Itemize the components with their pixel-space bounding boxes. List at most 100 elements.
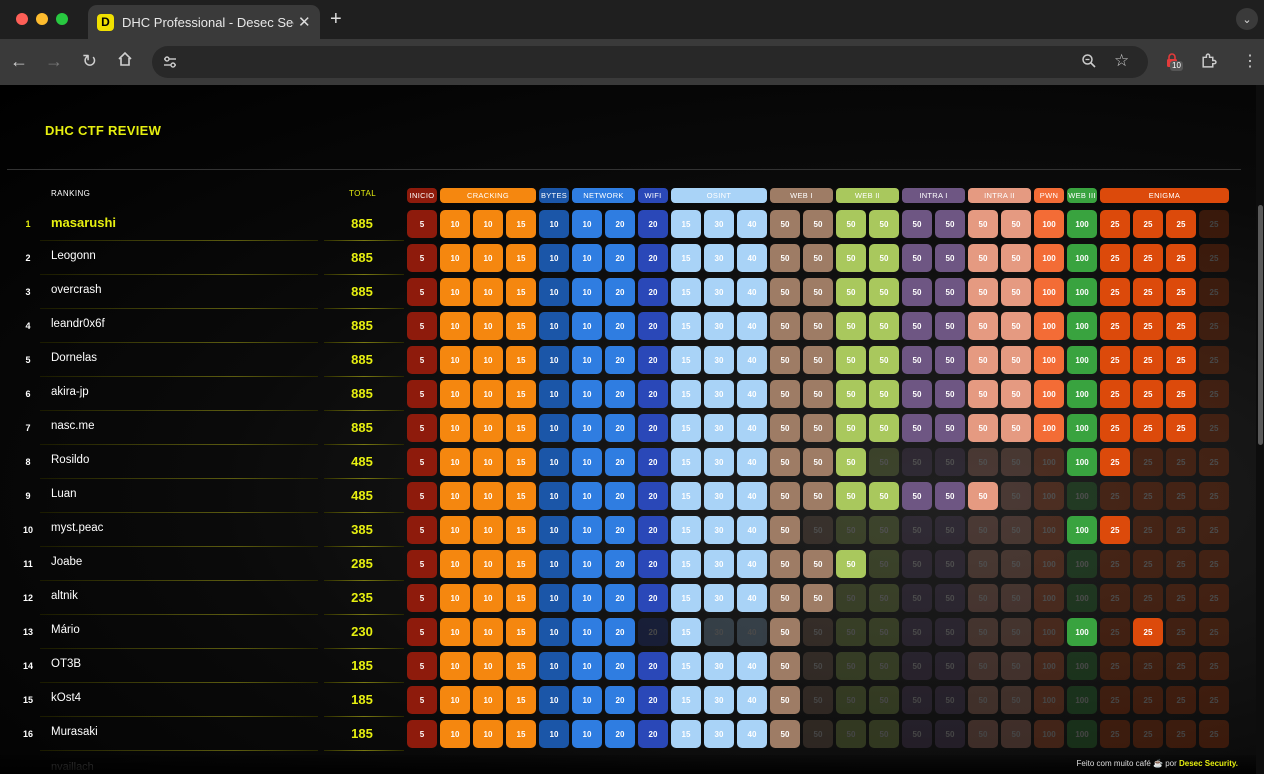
challenge-cell-osint[interactable]: 40: [737, 244, 767, 272]
challenge-cell-web1[interactable]: 50: [770, 618, 800, 646]
challenge-cell-wifi[interactable]: 20: [638, 516, 668, 544]
challenge-cell-network[interactable]: 20: [605, 210, 635, 238]
challenge-cell-web1[interactable]: 50: [803, 346, 833, 374]
challenge-cell-cracking[interactable]: 10: [440, 550, 470, 578]
challenge-cell-cracking[interactable]: 10: [473, 584, 503, 612]
challenge-cell-osint[interactable]: 15: [671, 380, 701, 408]
challenge-cell-network[interactable]: 10: [572, 414, 602, 442]
challenge-cell-cracking[interactable]: 15: [506, 244, 536, 272]
tab-close-icon[interactable]: ✕: [298, 13, 311, 31]
new-tab-icon[interactable]: +: [330, 8, 342, 31]
challenge-cell-pwn[interactable]: 100: [1034, 618, 1064, 646]
challenge-cell-intra2[interactable]: 50: [968, 244, 998, 272]
back-arrow-icon[interactable]: ←: [10, 51, 28, 71]
challenge-cell-web1[interactable]: 50: [770, 278, 800, 306]
challenge-cell-intra1[interactable]: 50: [902, 278, 932, 306]
challenge-cell-enigma[interactable]: 25: [1166, 278, 1196, 306]
challenge-cell-enigma[interactable]: 25: [1133, 210, 1163, 238]
challenge-cell-osint[interactable]: 30: [704, 414, 734, 442]
challenge-cell-web3[interactable]: 100: [1067, 618, 1097, 646]
challenge-cell-web3[interactable]: 100: [1067, 244, 1097, 272]
challenge-cell-inicio[interactable]: 5: [407, 482, 437, 510]
challenge-cell-osint[interactable]: 40: [737, 210, 767, 238]
challenge-cell-wifi[interactable]: 20: [638, 244, 668, 272]
challenge-cell-inicio[interactable]: 5: [407, 448, 437, 476]
challenge-cell-enigma[interactable]: 25: [1199, 720, 1229, 748]
challenge-cell-cracking[interactable]: 10: [440, 278, 470, 306]
challenge-cell-intra2[interactable]: 50: [968, 414, 998, 442]
challenge-cell-cracking[interactable]: 15: [506, 652, 536, 680]
challenge-cell-intra2[interactable]: 50: [968, 686, 998, 714]
challenge-cell-web2[interactable]: 50: [836, 550, 866, 578]
challenge-cell-wifi[interactable]: 20: [638, 278, 668, 306]
challenge-cell-intra1[interactable]: 50: [902, 618, 932, 646]
challenge-cell-intra2[interactable]: 50: [968, 550, 998, 578]
challenge-cell-web1[interactable]: 50: [770, 584, 800, 612]
challenge-cell-cracking[interactable]: 10: [473, 380, 503, 408]
challenge-cell-pwn[interactable]: 100: [1034, 652, 1064, 680]
challenge-cell-osint[interactable]: 15: [671, 278, 701, 306]
challenge-cell-enigma[interactable]: 25: [1199, 312, 1229, 340]
challenge-cell-inicio[interactable]: 5: [407, 380, 437, 408]
address-bar[interactable]: ☆: [152, 46, 1148, 78]
challenge-cell-network[interactable]: 20: [605, 686, 635, 714]
extensions-puzzle-icon[interactable]: [1200, 52, 1217, 75]
challenge-cell-osint[interactable]: 30: [704, 210, 734, 238]
challenge-cell-intra1[interactable]: 50: [935, 210, 965, 238]
challenge-cell-intra1[interactable]: 50: [902, 516, 932, 544]
minimize-window-button[interactable]: [36, 13, 48, 25]
challenge-cell-network[interactable]: 10: [572, 652, 602, 680]
challenge-cell-web3[interactable]: 100: [1067, 686, 1097, 714]
challenge-cell-pwn[interactable]: 100: [1034, 210, 1064, 238]
challenge-cell-intra1[interactable]: 50: [902, 652, 932, 680]
challenge-cell-wifi[interactable]: 20: [638, 414, 668, 442]
page-scrollbar-thumb[interactable]: [1258, 205, 1263, 445]
challenge-cell-wifi[interactable]: 20: [638, 346, 668, 374]
challenge-cell-cracking[interactable]: 10: [440, 448, 470, 476]
challenge-cell-bytes[interactable]: 10: [539, 516, 569, 544]
challenge-cell-wifi[interactable]: 20: [638, 686, 668, 714]
challenge-cell-cracking[interactable]: 10: [473, 346, 503, 374]
challenge-cell-osint[interactable]: 30: [704, 550, 734, 578]
challenge-cell-enigma[interactable]: 25: [1133, 584, 1163, 612]
challenge-cell-enigma[interactable]: 25: [1100, 278, 1130, 306]
challenge-cell-osint[interactable]: 15: [671, 244, 701, 272]
challenge-cell-web1[interactable]: 50: [770, 448, 800, 476]
challenge-cell-enigma[interactable]: 25: [1166, 312, 1196, 340]
challenge-cell-web3[interactable]: 100: [1067, 346, 1097, 374]
challenge-cell-osint[interactable]: 15: [671, 550, 701, 578]
challenge-cell-enigma[interactable]: 25: [1199, 618, 1229, 646]
challenge-cell-enigma[interactable]: 25: [1166, 414, 1196, 442]
challenge-cell-intra1[interactable]: 50: [902, 244, 932, 272]
challenge-cell-enigma[interactable]: 25: [1133, 618, 1163, 646]
challenge-cell-pwn[interactable]: 100: [1034, 346, 1064, 374]
challenge-cell-web2[interactable]: 50: [869, 448, 899, 476]
challenge-cell-pwn[interactable]: 100: [1034, 380, 1064, 408]
challenge-cell-intra1[interactable]: 50: [902, 720, 932, 748]
challenge-cell-web1[interactable]: 50: [770, 550, 800, 578]
challenge-cell-web2[interactable]: 50: [836, 312, 866, 340]
challenge-cell-intra1[interactable]: 50: [935, 346, 965, 374]
challenge-cell-intra1[interactable]: 50: [935, 550, 965, 578]
challenge-cell-intra2[interactable]: 50: [1001, 686, 1031, 714]
challenge-cell-enigma[interactable]: 25: [1100, 584, 1130, 612]
challenge-cell-enigma[interactable]: 25: [1100, 414, 1130, 442]
challenge-cell-cracking[interactable]: 15: [506, 414, 536, 442]
challenge-cell-bytes[interactable]: 10: [539, 686, 569, 714]
challenge-cell-cracking[interactable]: 10: [473, 652, 503, 680]
challenge-cell-intra1[interactable]: 50: [935, 380, 965, 408]
challenge-cell-network[interactable]: 20: [605, 346, 635, 374]
challenge-cell-web2[interactable]: 50: [836, 482, 866, 510]
challenge-cell-enigma[interactable]: 25: [1199, 686, 1229, 714]
challenge-cell-inicio[interactable]: 5: [407, 618, 437, 646]
challenge-cell-web1[interactable]: 50: [770, 346, 800, 374]
challenge-cell-enigma[interactable]: 25: [1199, 584, 1229, 612]
challenge-cell-cracking[interactable]: 10: [473, 686, 503, 714]
challenge-cell-web2[interactable]: 50: [869, 380, 899, 408]
challenge-cell-enigma[interactable]: 25: [1133, 346, 1163, 374]
challenge-cell-network[interactable]: 20: [605, 516, 635, 544]
challenge-cell-enigma[interactable]: 25: [1133, 244, 1163, 272]
challenge-cell-intra2[interactable]: 50: [968, 618, 998, 646]
challenge-cell-cracking[interactable]: 10: [440, 346, 470, 374]
challenge-cell-web2[interactable]: 50: [836, 686, 866, 714]
